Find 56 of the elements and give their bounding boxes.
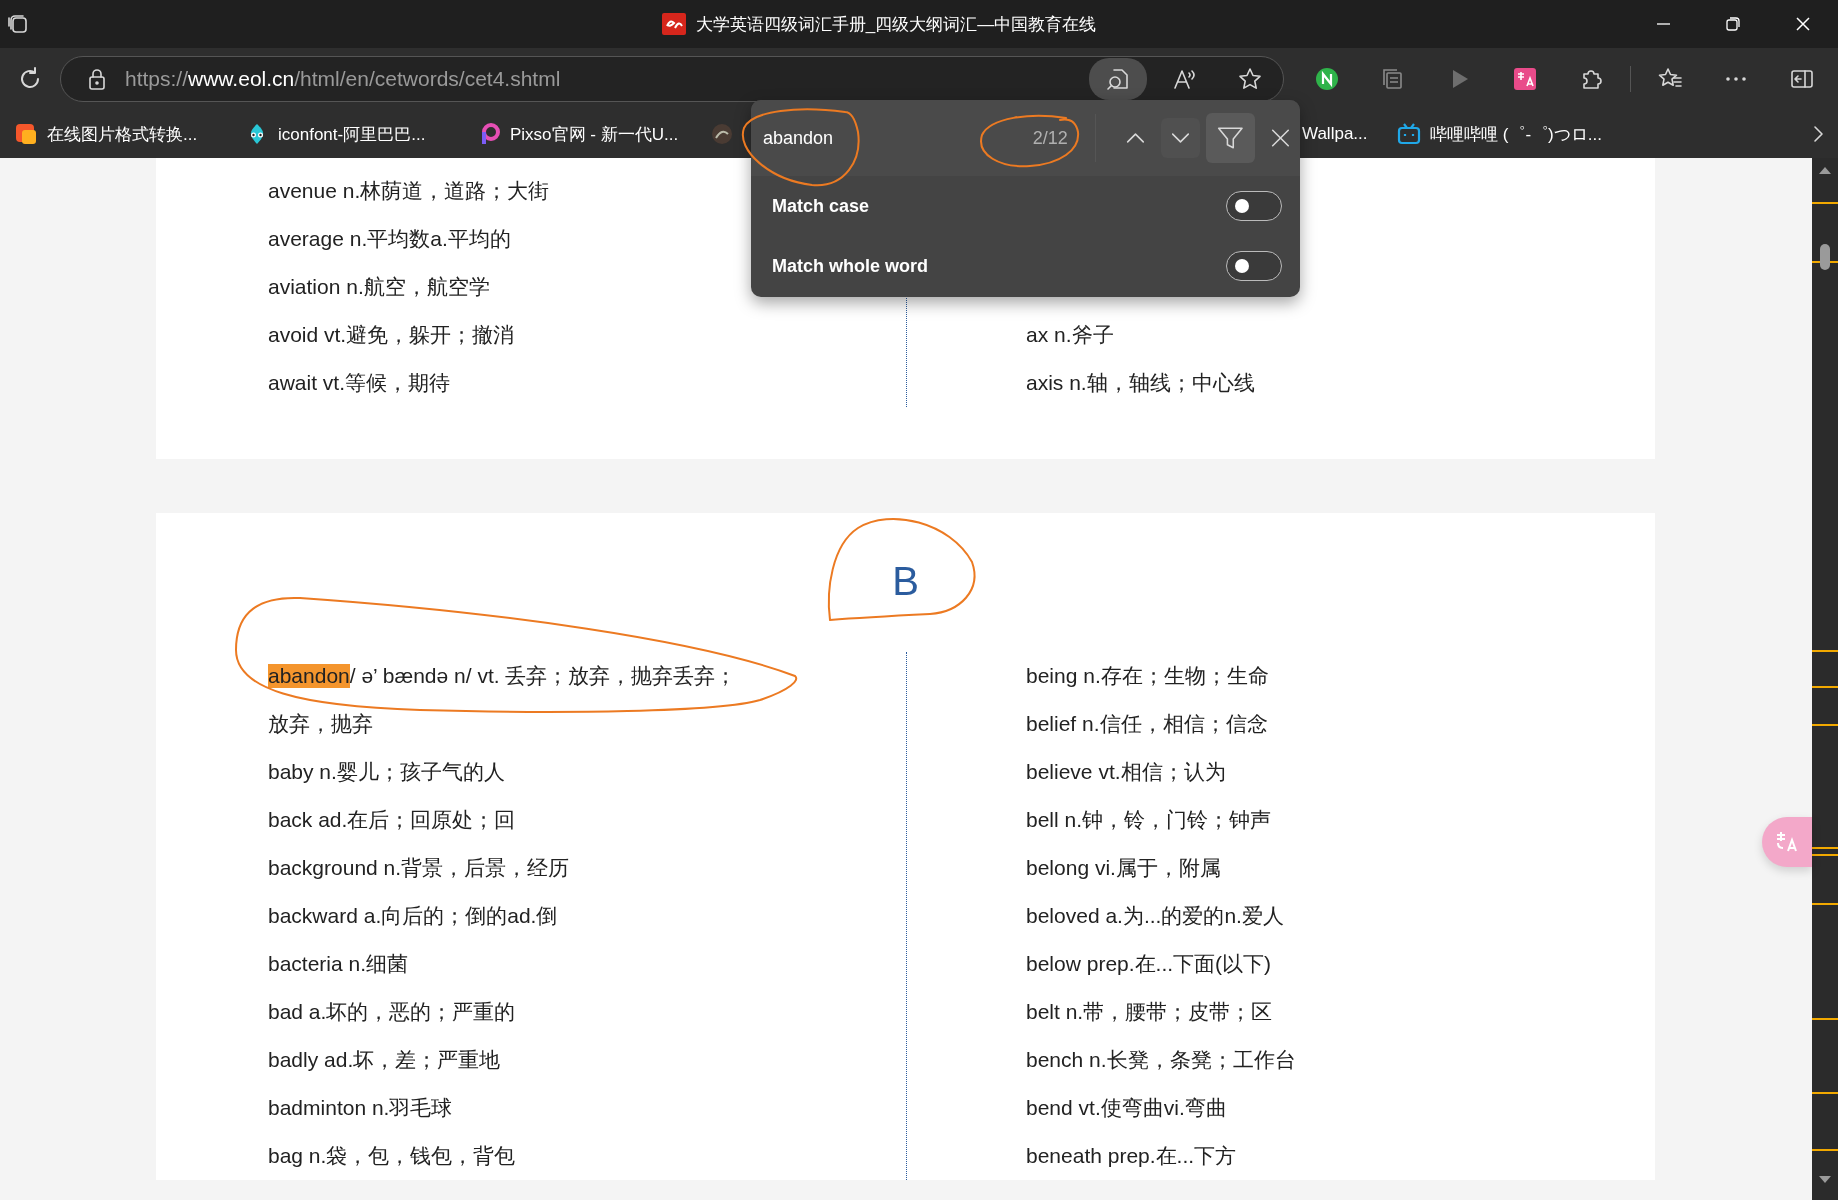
image-converter-icon[interactable] <box>14 122 38 146</box>
search-match: abandon <box>268 664 350 688</box>
word-entry: 放弃，抛弃 <box>268 711 373 737</box>
word-entry: being n.存在；生物；生命 <box>1026 663 1269 689</box>
find-field[interactable]: abandon <box>763 127 997 149</box>
filter-icon[interactable] <box>1206 113 1256 163</box>
word-entry: baby n.婴儿；孩子气的人 <box>268 759 505 785</box>
word-entry: / ə’ bændə n/ vt. 丢弃；放弃，抛弃丢弃； <box>349 663 737 689</box>
bookmark-link[interactable]: Wallpa... <box>1302 124 1368 144</box>
word-entry: bad a.坏的，恶的；严重的 <box>268 999 516 1025</box>
translate-icon[interactable] <box>1512 66 1538 92</box>
bookmark-link[interactable]: Pixso官网 - 新一代U... <box>510 122 679 146</box>
word-entry: bell n.钟，铃，门铃；钟声 <box>1026 807 1272 833</box>
word-entry: bag n.袋，包，钱包，背包 <box>268 1143 516 1169</box>
toggle-switch[interactable] <box>1226 251 1282 281</box>
window-title: 大学英语四级词汇手册_四级大纲词汇—中国教育在线 <box>695 13 1097 36</box>
word-entry: bend vt.使弯曲vi.弯曲 <box>1026 1095 1227 1121</box>
word-entry: beloved a.为...的爱的n.爱人 <box>1026 903 1284 929</box>
word-entry: badly ad.坏，差；严重地 <box>268 1047 501 1073</box>
lock-icon <box>87 67 107 91</box>
round-bookmark-icon[interactable] <box>710 122 734 146</box>
find-in-page-icon[interactable] <box>1089 58 1147 100</box>
word-entry: ax n.斧子 <box>1026 322 1114 348</box>
tab-actions-icon[interactable] <box>6 12 30 36</box>
word-entry: axis n.轴，轴线；中心线 <box>1026 370 1255 396</box>
word-entry: believe vt.相信；认为 <box>1026 759 1226 785</box>
toggle-switch[interactable] <box>1226 191 1282 221</box>
n-extension-icon[interactable] <box>1314 66 1340 92</box>
word-entry: background n.背景，后景，经历 <box>268 855 570 881</box>
site-logo-icon <box>661 13 686 35</box>
word-entry: average n.平均数a.平均的 <box>268 226 511 252</box>
word-entry: backward a.向后的；倒的ad.倒 <box>268 903 558 929</box>
word-entry: bench n.长凳，条凳；工作台 <box>1026 1047 1296 1073</box>
tv-icon[interactable] <box>1397 122 1421 146</box>
word-entry: await vt.等候，期待 <box>268 370 451 396</box>
word-entry: aviation n.航空，航空学 <box>268 274 490 300</box>
option-label: Match case <box>772 195 870 217</box>
word-entry: avoid vt.避免，躲开；撤消 <box>268 322 515 348</box>
word-entry: beneath prep.在...下方 <box>1026 1143 1237 1169</box>
bookmark-link[interactable]: 在线图片格式转换... <box>47 122 198 146</box>
word-entry: belong vi.属于，附属 <box>1026 855 1221 881</box>
address-bar[interactable]: https://www.eol.cn/html/en/cetwords/cet4.shtml <box>60 56 1284 102</box>
bookmark-link[interactable]: 哔哩哔哩 (゜-゜)つロ... <box>1430 122 1602 146</box>
url-text: https://www.eol.cn/html/en/cetwords/cet4.shtml <box>125 67 562 91</box>
word-entry: belt n.带，腰带；皮带；区 <box>1026 999 1273 1025</box>
option-label: Match whole word <box>772 255 928 277</box>
section-letter: B <box>892 559 919 604</box>
word-entry: avenue n.林荫道，道路；大街 <box>268 178 550 204</box>
word-entry: back ad.在后；回原处；回 <box>268 807 516 833</box>
word-entry: bacteria n.细菌 <box>268 951 409 977</box>
chevron-down-icon[interactable] <box>1161 118 1201 158</box>
match-count: 2/12 <box>1032 127 1069 149</box>
word-entry: below prep.在...下面(以下) <box>1026 951 1272 977</box>
word-entry: badminton n.羽毛球 <box>268 1095 453 1121</box>
word-entry: belief n.信任，相信；信念 <box>1026 711 1268 737</box>
bookmark-link[interactable]: iconfont-阿里巴巴... <box>278 122 426 146</box>
